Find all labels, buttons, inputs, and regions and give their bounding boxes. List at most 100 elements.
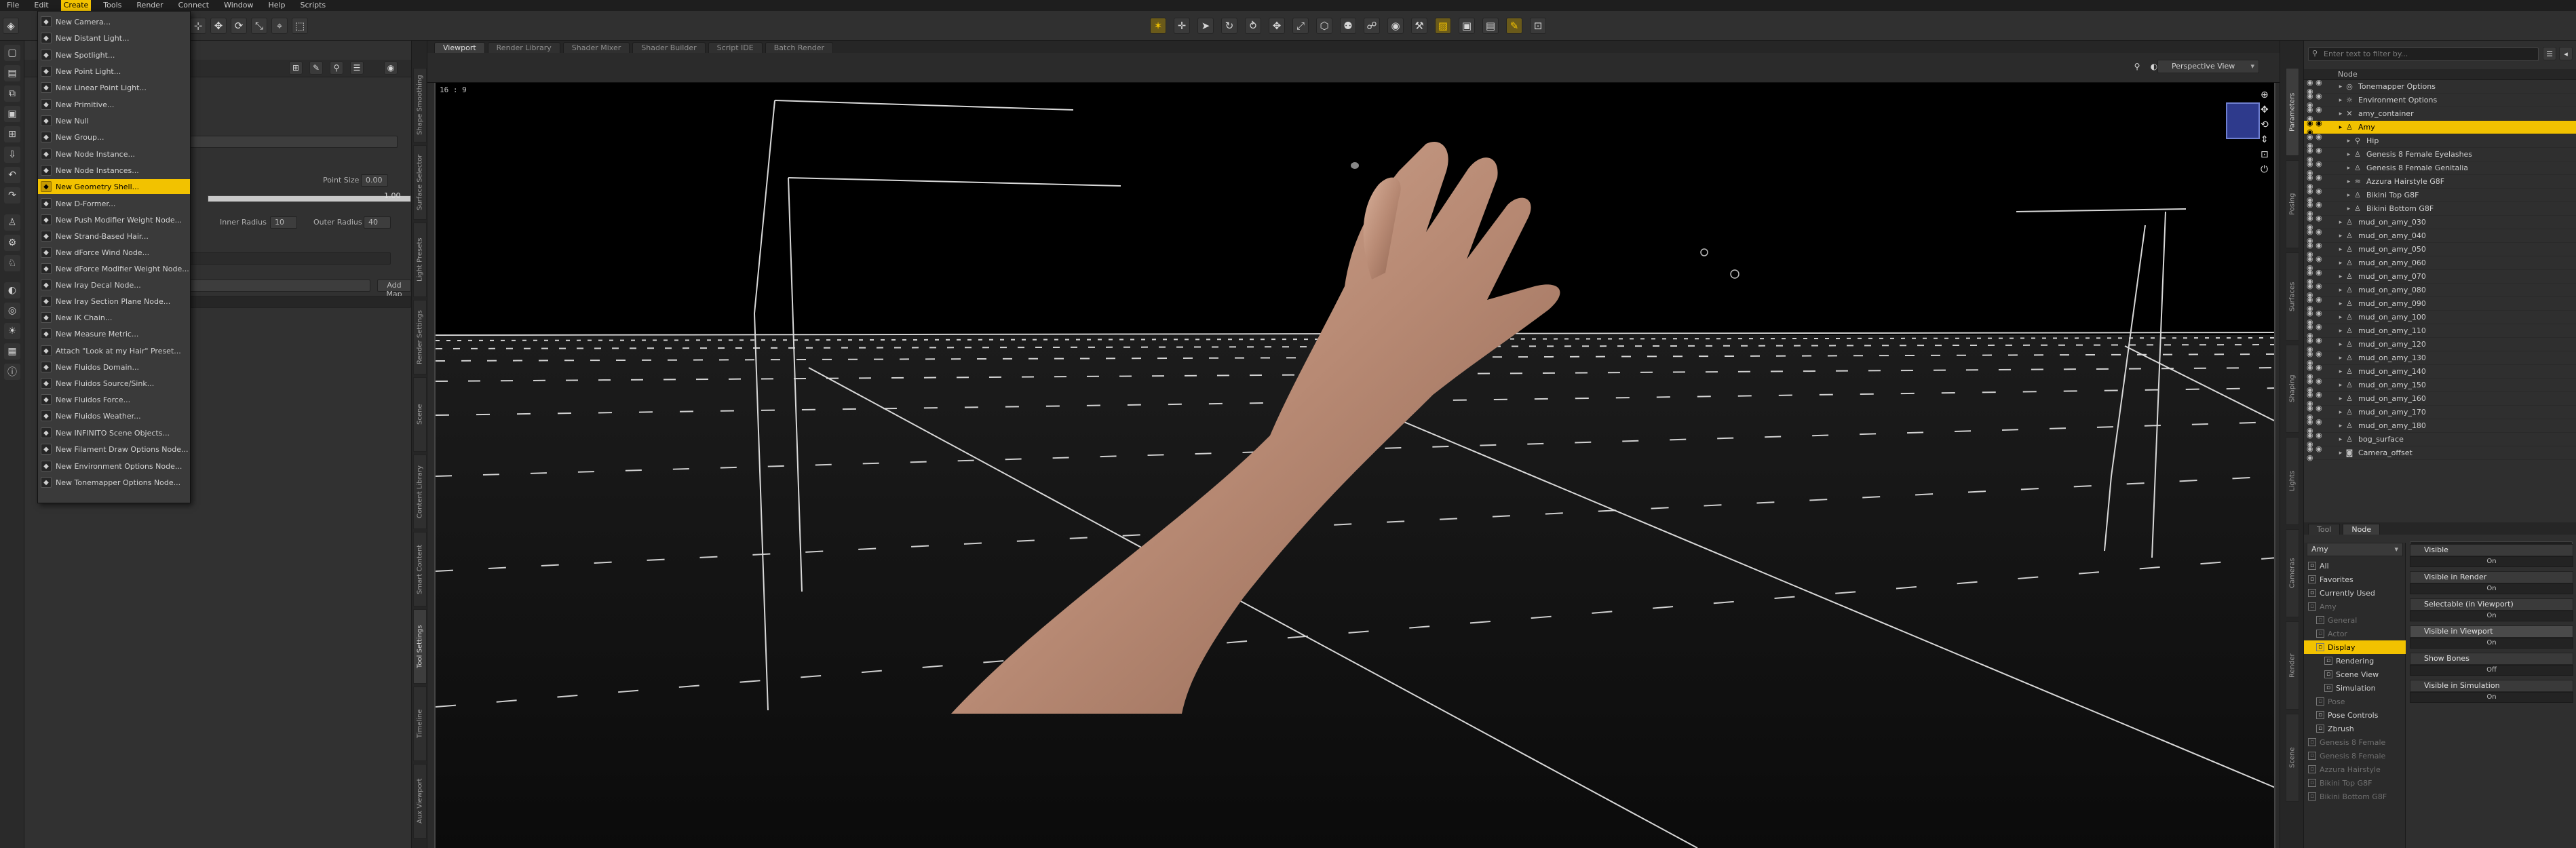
spot-render-icon[interactable]: ▨: [1435, 18, 1451, 34]
dolly-icon[interactable]: ⇕: [2261, 134, 2274, 145]
viewport-tab-render-library[interactable]: Render Library: [487, 42, 560, 53]
view-cube[interactable]: [2226, 102, 2260, 139]
expand-arrow-icon[interactable]: ▸: [2337, 301, 2345, 307]
strength-slider[interactable]: [208, 195, 411, 202]
property-group-amy[interactable]: ▫ Amy: [2304, 600, 2406, 613]
light-icon[interactable]: ☀: [4, 323, 20, 339]
create-menu-item-new-fluidos-domain[interactable]: ◆ New Fluidos Domain...: [38, 360, 190, 374]
pointer-icon[interactable]: ➤: [1197, 18, 1214, 34]
create-menu-item-new-fluidos-force[interactable]: ◆ New Fluidos Force...: [38, 392, 190, 407]
expand-arrow-icon[interactable]: ▸: [2337, 111, 2345, 117]
expand-arrow-icon[interactable]: ▸: [2337, 396, 2345, 402]
node-select-icon[interactable]: ⊹: [190, 18, 206, 34]
universal-manip-icon[interactable]: ✛: [1174, 18, 1190, 34]
node-select[interactable]: Amy: [2307, 543, 2403, 556]
menu-connect[interactable]: Connect: [176, 0, 212, 11]
side-tab-smart-content[interactable]: Smart Content: [413, 532, 427, 606]
create-menu-item-new-fluidos-weather[interactable]: ◆ New Fluidos Weather...: [38, 408, 190, 423]
expand-arrow-icon[interactable]: ▸: [2345, 138, 2353, 144]
create-menu-item-new-strand-based-hair[interactable]: ◆ New Strand-Based Hair...: [38, 229, 190, 244]
create-menu-item-new-d-former[interactable]: ◆ New D-Former...: [38, 196, 190, 211]
create-menu-item-new-linear-point-light[interactable]: ◆ New Linear Point Light...: [38, 80, 190, 95]
property-group-simulation[interactable]: ▫ Simulation: [2304, 681, 2406, 695]
side-tab-content-library[interactable]: Content Library: [413, 455, 427, 529]
expand-arrow-icon[interactable]: ▸: [2337, 219, 2345, 226]
side-tab-surface-selector[interactable]: Surface Selector: [413, 145, 427, 220]
expand-arrow-icon[interactable]: ▸: [2337, 246, 2345, 253]
property-group-zbrush[interactable]: ▫ Zbrush: [2304, 722, 2406, 735]
scene-row-mud-on-amy-080[interactable]: ◉ ◉ ◉ ▸ ♙ mud_on_amy_080: [2304, 282, 2576, 299]
property-group-azzura-hairstyle[interactable]: ▫ Azzura Hairstyle: [2304, 763, 2406, 776]
property-toggle[interactable]: On: [2410, 611, 2573, 621]
filter-options-icon[interactable]: ☰: [2543, 47, 2556, 60]
create-menu-item-new-dforce-modifier-weight-node[interactable]: ◆ New dForce Modifier Weight Node...: [38, 261, 190, 276]
side-tab-light-presets[interactable]: Light Presets: [413, 223, 427, 297]
reset-view-icon[interactable]: ⏻: [2261, 164, 2274, 175]
frame-icon[interactable]: ⊡: [2261, 149, 2274, 160]
property-group-currently-used[interactable]: ▫ Currently Used: [2304, 586, 2406, 600]
viewport-tab-shader-mixer[interactable]: Shader Mixer: [562, 42, 630, 53]
pan-icon[interactable]: ✥: [2261, 104, 2274, 115]
side-tab-render[interactable]: Render: [2286, 621, 2299, 710]
property-toggle[interactable]: On: [2410, 692, 2573, 703]
side-tab-surfaces[interactable]: Surfaces: [2286, 252, 2299, 341]
pin-icon[interactable]: ⚲: [330, 61, 343, 75]
scene-row-amy[interactable]: ◉ ◉ ◉ ▸ ♙ Amy: [2304, 119, 2576, 136]
grid-icon[interactable]: ⊞: [289, 61, 303, 75]
node-weight-icon[interactable]: ⚒: [1411, 18, 1427, 34]
info-icon[interactable]: ⓘ: [4, 364, 20, 380]
side-tab-shape-smoothing[interactable]: Shape Smoothing: [413, 68, 427, 142]
side-tab-scene[interactable]: Scene: [413, 377, 427, 452]
scene-row-environment-options[interactable]: ◉ ◉ ◉ ▸ ☼ Environment Options: [2304, 92, 2576, 109]
menu-icon[interactable]: ☰: [350, 61, 364, 75]
iray-preview-icon[interactable]: ✎: [1506, 18, 1522, 34]
property-toggle[interactable]: Off: [2410, 665, 2573, 676]
translate-icon[interactable]: ✥: [1269, 18, 1285, 34]
expand-arrow-icon[interactable]: ▸: [2337, 436, 2345, 443]
scene-row-mud-on-amy-040[interactable]: ◉ ◉ ◉ ▸ ♙ mud_on_amy_040: [2304, 227, 2576, 245]
property-group-bikini-top-g8f[interactable]: ▫ Bikini Top G8F: [2304, 776, 2406, 790]
scene-row-genesis-8-female-eyelashes[interactable]: ◉ ◉ ◉ ▸ ♙ Genesis 8 Female Eyelashes: [2304, 146, 2576, 163]
expand-arrow-icon[interactable]: ▸: [2337, 83, 2345, 90]
side-tab-timeline[interactable]: Timeline: [413, 687, 427, 761]
create-menu-item-new-node-instance[interactable]: ◆ New Node Instance...: [38, 147, 190, 161]
create-menu-item-new-infinito-scene-objects[interactable]: ◆ New INFINITO Scene Objects...: [38, 425, 190, 440]
property-group-rendering[interactable]: ▫ Rendering: [2304, 654, 2406, 668]
create-menu-item-attach-look-at-my-hair-preset[interactable]: ◆ Attach "Look at my Hair" Preset...: [38, 343, 190, 358]
property-group-general[interactable]: ▫ General: [2304, 613, 2406, 627]
render-settings-icon[interactable]: ▣: [1459, 18, 1475, 34]
create-menu-item-new-filament-draw-options-node[interactable]: ◆ New Filament Draw Options Node...: [38, 442, 190, 457]
scene-row-mud-on-amy-110[interactable]: ◉ ◉ ◉ ▸ ♙ mud_on_amy_110: [2304, 322, 2576, 340]
scene-row-mud-on-amy-130[interactable]: ◉ ◉ ◉ ▸ ♙ mud_on_amy_130: [2304, 349, 2576, 367]
property-group-genesis-8-female[interactable]: ▫ Genesis 8 Female: [2304, 735, 2406, 749]
joint-editor-icon[interactable]: ⌖: [271, 18, 288, 34]
options-icon[interactable]: ◉: [384, 61, 398, 75]
property-toggle[interactable]: On: [2410, 583, 2573, 594]
viewport-tab-shader-builder[interactable]: Shader Builder: [632, 42, 706, 53]
redo-icon[interactable]: ↷: [4, 187, 20, 204]
menu-file[interactable]: File: [4, 0, 22, 11]
scene-row-mud-on-amy-030[interactable]: ◉ ◉ ◉ ▸ ♙ mud_on_amy_030: [2304, 214, 2576, 231]
expand-arrow-icon[interactable]: ▸: [2337, 314, 2345, 321]
menu-tools[interactable]: Tools: [100, 0, 124, 11]
save-icon[interactable]: ▣: [4, 106, 20, 122]
expand-arrow-icon[interactable]: ▸: [2337, 382, 2345, 389]
create-menu-item-new-distant-light[interactable]: ◆ New Distant Light...: [38, 31, 190, 45]
scene-row-mud-on-amy-170[interactable]: ◉ ◉ ◉ ▸ ♙ mud_on_amy_170: [2304, 404, 2576, 421]
scene-row-bog-surface[interactable]: ◉ ◉ ◉ ▸ ♙ bog_surface: [2304, 431, 2576, 448]
viewport-tab-viewport[interactable]: Viewport: [434, 42, 485, 53]
expand-arrow-icon[interactable]: ▸: [2337, 124, 2345, 131]
import-icon[interactable]: ⇩: [4, 147, 20, 163]
property-group-favorites[interactable]: ▫ Favorites: [2304, 573, 2406, 586]
scene-row-mud-on-amy-090[interactable]: ◉ ◉ ◉ ▸ ♙ mud_on_amy_090: [2304, 295, 2576, 313]
side-tab-posing[interactable]: Posing: [2286, 160, 2299, 248]
expand-arrow-icon[interactable]: ▸: [2337, 368, 2345, 375]
scale-tool-icon[interactable]: ⤡: [251, 18, 267, 34]
property-toggle[interactable]: On: [2410, 556, 2573, 567]
inner-radius-field[interactable]: 10: [270, 216, 297, 229]
scene-row-mud-on-amy-050[interactable]: ◉ ◉ ◉ ▸ ♙ mud_on_amy_050: [2304, 241, 2576, 258]
expand-arrow-icon[interactable]: ▸: [2345, 206, 2353, 212]
viewport-tab-batch-render[interactable]: Batch Render: [765, 42, 833, 53]
camera-icon[interactable]: ◎: [4, 303, 20, 319]
universal-tool-icon[interactable]: ✥: [210, 18, 227, 34]
